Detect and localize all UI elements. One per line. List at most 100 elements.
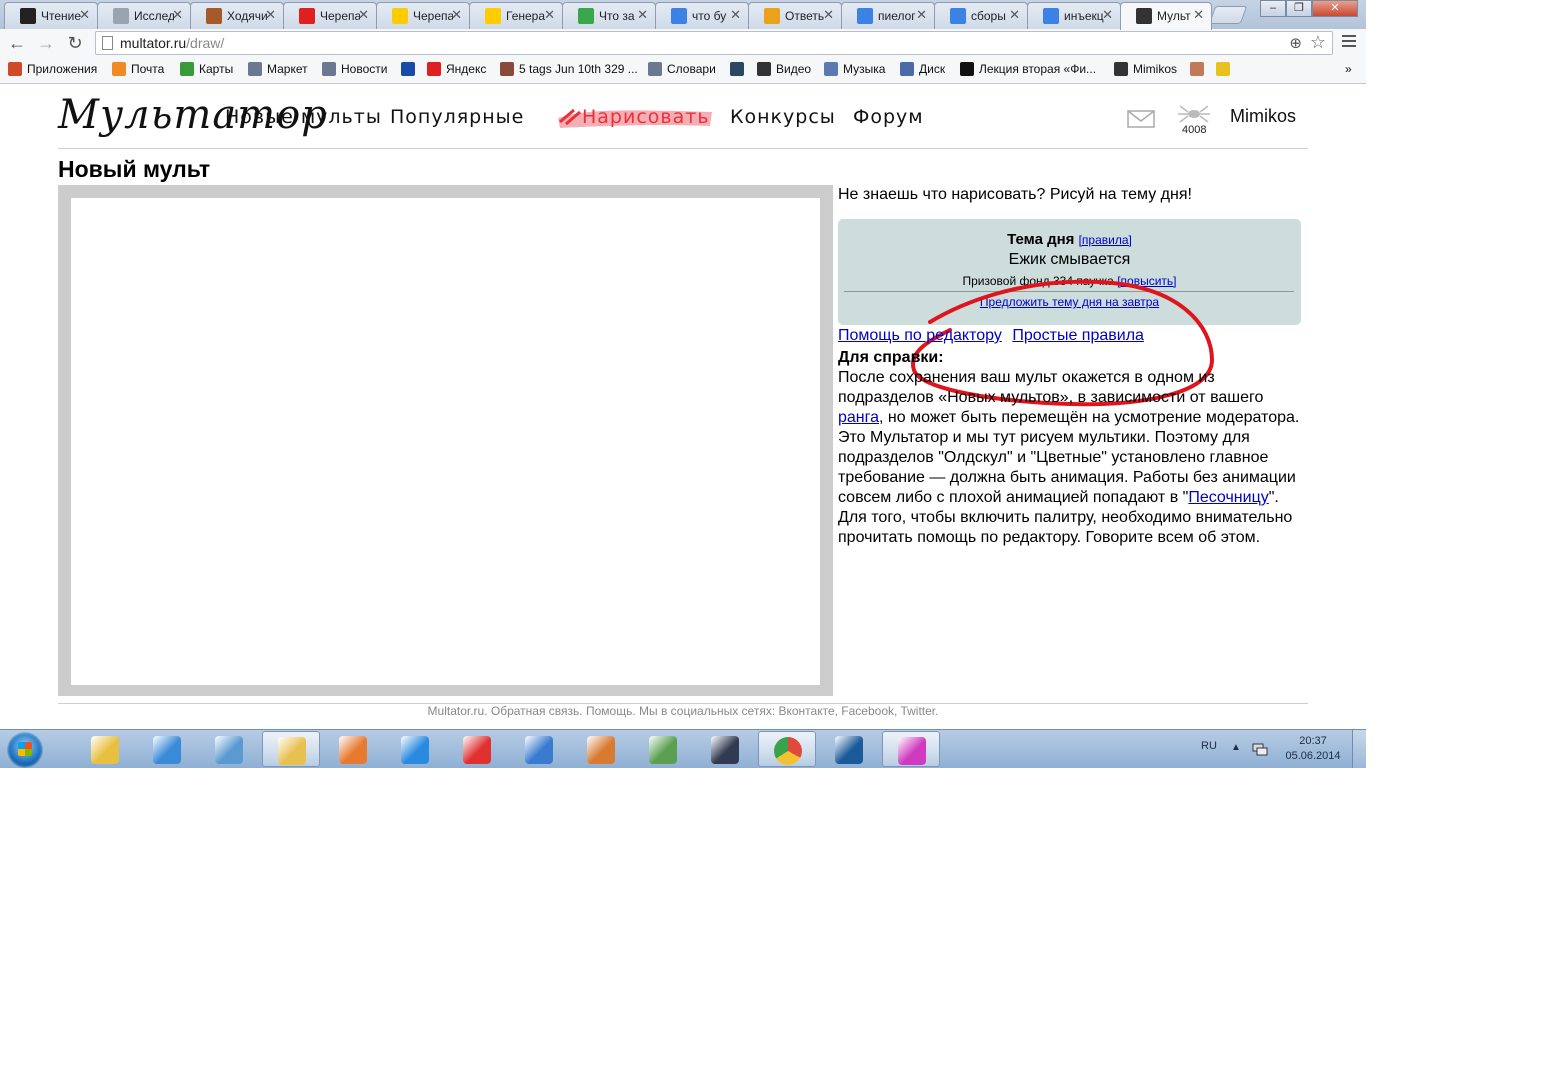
taskbar-app[interactable]: [262, 731, 320, 767]
tab-12[interactable]: Мульт ✕: [1120, 2, 1212, 30]
info-heading: Для справки:: [838, 349, 944, 366]
tab-close-icon[interactable]: ✕: [358, 7, 369, 23]
system-clock[interactable]: 20:37 05.06.2014: [1280, 734, 1346, 764]
tab-1[interactable]: Исслед ✕: [97, 2, 191, 29]
yandex-icon: [427, 62, 441, 76]
bookmark-item[interactable]: Яндекс: [427, 62, 486, 76]
bookmark-item[interactable]: [1190, 62, 1209, 76]
tab-close-icon[interactable]: ✕: [1102, 7, 1113, 23]
new-tab-button[interactable]: [1208, 6, 1248, 24]
taskbar-app[interactable]: [820, 731, 878, 767]
nav-new-cartoons[interactable]: Новые мульты: [225, 106, 382, 128]
bookmarks-overflow-button[interactable]: »: [1345, 62, 1352, 76]
tab-close-icon[interactable]: ✕: [265, 7, 276, 23]
bookmark-item[interactable]: Лекция вторая «Фи...: [960, 62, 1096, 76]
bookmark-item[interactable]: Диск: [900, 62, 945, 76]
photo-viewer-icon: [215, 736, 243, 764]
tab-5[interactable]: Генера ✕: [469, 2, 563, 29]
volume-mixer-icon: [525, 736, 553, 764]
tab-8[interactable]: Ответь ✕: [748, 2, 842, 29]
sandbox-link[interactable]: Песочницу: [1188, 489, 1268, 506]
tab-9[interactable]: пиелог ✕: [841, 2, 935, 29]
bookmark-item[interactable]: Приложения: [8, 62, 97, 76]
username-link[interactable]: Mimikos: [1230, 106, 1296, 127]
nav-draw[interactable]: Нарисовать: [582, 106, 710, 128]
site-footer: Multator.ru. Обратная связь. Помощь. Мы …: [427, 704, 939, 718]
theme-name: Ежик смывается: [1008, 251, 1131, 268]
theme-rules-link[interactable]: [правила]: [1079, 233, 1132, 247]
bookmark-item[interactable]: Словари: [648, 62, 716, 76]
nav-popular[interactable]: Популярные: [390, 106, 524, 128]
tab-4[interactable]: Черепа ✕: [376, 2, 470, 29]
bookmark-item[interactable]: Карты: [180, 62, 233, 76]
zoom-icon[interactable]: ⊕: [1289, 34, 1302, 52]
tab-close-icon[interactable]: ✕: [79, 7, 90, 23]
chrome-menu-button[interactable]: [1342, 35, 1356, 51]
prize-row: Призовой фонд 334 паучка [повысить]: [838, 274, 1301, 288]
tab-11[interactable]: инъекц ✕: [1027, 2, 1121, 29]
tab-close-icon[interactable]: ✕: [451, 7, 462, 23]
taskbar-app[interactable]: [882, 731, 940, 767]
bookmark-star-icon[interactable]: ☆: [1310, 32, 1326, 53]
language-indicator[interactable]: RU: [1201, 740, 1217, 752]
forward-button[interactable]: →: [35, 32, 57, 54]
google-icon: [857, 8, 873, 24]
taskbar-app[interactable]: [324, 731, 382, 767]
rank-link[interactable]: ранга: [838, 409, 879, 426]
drawing-canvas[interactable]: [71, 198, 820, 685]
bookmark-item[interactable]: [401, 62, 420, 76]
start-button[interactable]: [7, 732, 43, 768]
taskbar-app[interactable]: [758, 731, 816, 767]
taskbar-app[interactable]: [510, 731, 568, 767]
nav-forum[interactable]: Форум: [853, 106, 924, 128]
address-bar[interactable]: multator.ru/draw/ ⊕ ☆: [95, 31, 1333, 55]
tab-close-icon[interactable]: ✕: [1009, 7, 1020, 23]
simple-rules-link[interactable]: Простые правила: [1012, 327, 1144, 344]
bookmark-item[interactable]: Почта: [112, 62, 164, 76]
editor-help-link[interactable]: Помощь по редактору: [838, 327, 1002, 344]
bookmark-item[interactable]: 5 tags Jun 10th 329 ...: [500, 62, 638, 76]
bookmark-item[interactable]: Музыка: [824, 62, 885, 76]
nav-contests[interactable]: Конкурсы: [730, 106, 836, 128]
tab-close-icon[interactable]: ✕: [730, 7, 741, 23]
tab-2[interactable]: Ходячи ✕: [190, 2, 284, 29]
tab-7[interactable]: что бу ✕: [655, 2, 749, 29]
tab-3[interactable]: Черепа ✕: [283, 2, 377, 29]
reload-button[interactable]: ↻: [64, 32, 86, 54]
taskbar-app[interactable]: [386, 731, 444, 767]
back-button[interactable]: ←: [6, 32, 28, 54]
tab-10[interactable]: сборы ✕: [934, 2, 1028, 29]
taskbar-app[interactable]: [448, 731, 506, 767]
bookmark-item[interactable]: Видео: [757, 62, 811, 76]
network-icon[interactable]: [1252, 742, 1268, 756]
bookmark-item[interactable]: Маркет: [248, 62, 308, 76]
taskbar-app[interactable]: [200, 731, 258, 767]
tab-close-icon[interactable]: ✕: [1193, 7, 1204, 23]
taskbar-app[interactable]: [138, 731, 196, 767]
tab-close-icon[interactable]: ✕: [637, 7, 648, 23]
bookmark-item[interactable]: Mimikos: [1114, 62, 1177, 76]
minimize-button[interactable]: –: [1260, 0, 1286, 17]
mail-icon[interactable]: [1127, 110, 1155, 128]
suggest-theme-link[interactable]: Предложить тему дня на завтра: [980, 295, 1159, 309]
taskbar-app[interactable]: [572, 731, 630, 767]
tab-close-icon[interactable]: ✕: [544, 7, 555, 23]
page-title: Новый мульт: [58, 156, 211, 182]
close-window-button[interactable]: ✕: [1312, 0, 1358, 17]
tray-expand-icon[interactable]: ▲: [1231, 742, 1241, 753]
raise-prize-link[interactable]: [повысить]: [1117, 274, 1176, 288]
info-paragraph-2: Это Мультатор и мы тут рисуем мультики. …: [838, 429, 1296, 506]
tab-close-icon[interactable]: ✕: [823, 7, 834, 23]
taskbar-app[interactable]: [76, 731, 134, 767]
tab-close-icon[interactable]: ✕: [172, 7, 183, 23]
taskbar-app[interactable]: [634, 731, 692, 767]
bookmark-item[interactable]: Новости: [322, 62, 387, 76]
bookmark-item[interactable]: [730, 62, 749, 76]
tab-close-icon[interactable]: ✕: [916, 7, 927, 23]
tab-0[interactable]: Чтение ✕: [4, 2, 98, 29]
show-desktop-button[interactable]: [1352, 730, 1366, 768]
taskbar-app[interactable]: [696, 731, 754, 767]
tab-6[interactable]: Что за ✕: [562, 2, 656, 29]
bookmark-item[interactable]: [1216, 62, 1235, 76]
maximize-button[interactable]: ❐: [1286, 0, 1312, 17]
